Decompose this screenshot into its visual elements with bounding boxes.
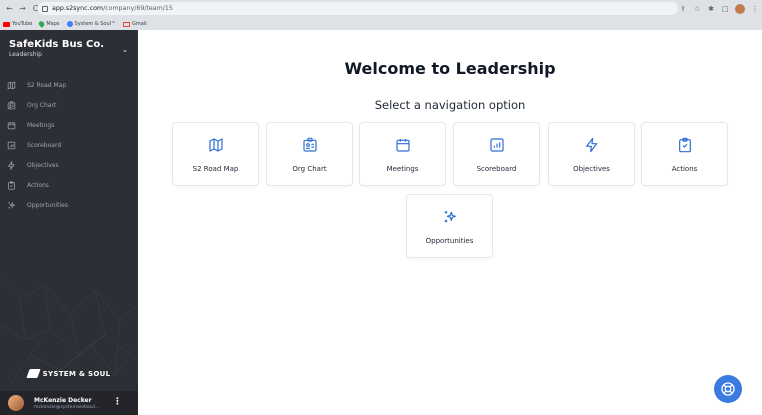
sidebar-item-label: Opportunities bbox=[27, 201, 68, 209]
sidebar-item-meetings[interactable]: Meetings bbox=[0, 115, 138, 135]
bookmark-label: YouTube bbox=[12, 21, 33, 27]
profile-avatar[interactable] bbox=[735, 3, 745, 14]
card-label: Opportunities bbox=[425, 237, 474, 245]
bookmark-maps[interactable]: Maps bbox=[37, 20, 60, 28]
sidebar-item-objectives[interactable]: Objectives bbox=[0, 155, 138, 175]
bookmark-system-soul[interactable]: System & Soul™ bbox=[66, 21, 117, 27]
sidebar-item-label: S2 Road Map bbox=[27, 81, 67, 89]
company-switcher[interactable]: SafeKids Bus Co. Leadership ⌄ bbox=[9, 39, 134, 58]
map-icon bbox=[7, 81, 16, 90]
nav-card-org-chart[interactable]: Org Chart bbox=[266, 122, 353, 186]
chart-icon bbox=[7, 141, 16, 150]
nav-card-meetings[interactable]: Meetings bbox=[359, 122, 446, 186]
url-path: /company/69/team/15 bbox=[103, 5, 173, 12]
nav-card-objectives[interactable]: Objectives bbox=[548, 122, 635, 186]
chevron-down-icon: ⌄ bbox=[122, 46, 128, 54]
sidebar-item-org-chart[interactable]: Org Chart bbox=[0, 95, 138, 115]
sidebar-item-label: Scoreboard bbox=[27, 141, 62, 149]
bolt-icon bbox=[7, 160, 16, 170]
sidebar-item-opportunities[interactable]: Opportunities bbox=[0, 195, 138, 215]
lifebuoy-icon bbox=[721, 382, 735, 396]
sidepanel-icon[interactable]: □ bbox=[721, 5, 729, 13]
page-title: Welcome to Leadership bbox=[344, 59, 556, 78]
clipboard-check-icon bbox=[7, 180, 16, 190]
system-soul-icon bbox=[66, 21, 73, 27]
forward-icon[interactable]: → bbox=[17, 3, 28, 14]
main-content: Welcome to Leadership Select a navigatio… bbox=[138, 30, 762, 415]
card-label: Org Chart bbox=[292, 165, 327, 173]
sparkles-icon bbox=[7, 201, 16, 210]
sidebar-item-s2-road-map[interactable]: S2 Road Map bbox=[0, 75, 138, 95]
company-name: SafeKids Bus Co. bbox=[9, 39, 105, 50]
card-label: S2 Road Map bbox=[192, 165, 239, 173]
sidebar: SafeKids Bus Co. Leadership ⌄ S2 Road Ma… bbox=[0, 30, 138, 415]
sidebar-item-actions[interactable]: Actions bbox=[0, 175, 138, 195]
chart-icon bbox=[454, 137, 539, 153]
maps-icon bbox=[37, 20, 46, 28]
extensions-icon[interactable]: ✱ bbox=[707, 5, 715, 13]
user-email: mckenzie@systemandsoul... bbox=[34, 404, 100, 410]
sidebar-nav: S2 Road Map Org Chart Meetings Scoreboar… bbox=[0, 75, 138, 215]
browser-toolbar-icons: ⇪ ☆ ✱ □ ⋮ bbox=[679, 2, 759, 15]
youtube-icon bbox=[3, 21, 10, 27]
user-info: McKenzie Decker mckenzie@systemandsoul..… bbox=[34, 397, 99, 410]
url-host: app.s2sync.com bbox=[52, 5, 104, 12]
bookmark-label: Maps bbox=[46, 21, 60, 27]
system-soul-logo: SYSTEM & SOUL bbox=[0, 369, 138, 378]
calendar-icon bbox=[7, 121, 16, 130]
sidebar-item-scoreboard[interactable]: Scoreboard bbox=[0, 135, 138, 155]
map-icon bbox=[173, 137, 258, 153]
bookmark-youtube[interactable]: YouTube bbox=[3, 21, 32, 27]
user-profile[interactable]: McKenzie Decker mckenzie@systemandsoul..… bbox=[0, 391, 138, 415]
nav-card-s2-road-map[interactable]: S2 Road Map bbox=[172, 122, 259, 186]
page-subtitle: Select a navigation option bbox=[374, 98, 526, 112]
nav-card-actions[interactable]: Actions bbox=[641, 122, 728, 186]
gmail-icon bbox=[123, 21, 131, 27]
kebab-menu-icon[interactable]: ⋮ bbox=[751, 5, 759, 13]
browser-chrome: ← → C app.s2sync.com /company/69/team/15… bbox=[0, 0, 762, 30]
bolt-icon bbox=[549, 137, 634, 153]
sidebar-pattern-decoration bbox=[0, 274, 138, 385]
sparkles-icon bbox=[407, 209, 492, 225]
share-icon[interactable]: ⇪ bbox=[679, 5, 687, 13]
team-name: Leadership bbox=[9, 51, 42, 58]
org-chart-icon bbox=[267, 137, 352, 153]
card-label: Scoreboard bbox=[476, 165, 517, 173]
sidebar-item-label: Objectives bbox=[27, 161, 59, 169]
clipboard-check-icon bbox=[642, 137, 727, 153]
org-chart-icon bbox=[7, 100, 16, 110]
lock-icon bbox=[42, 5, 48, 12]
card-label: Actions bbox=[671, 165, 698, 173]
user-menu-icon[interactable]: ⋮ bbox=[113, 397, 122, 407]
bookmark-gmail[interactable]: Gmail bbox=[123, 21, 147, 27]
nav-card-opportunities[interactable]: Opportunities bbox=[406, 194, 493, 258]
system-soul-logo-icon bbox=[26, 369, 41, 378]
avatar[interactable] bbox=[8, 395, 24, 411]
star-icon[interactable]: ☆ bbox=[693, 5, 701, 13]
bookmark-label: System & Soul™ bbox=[74, 21, 117, 27]
sidebar-item-label: Actions bbox=[27, 181, 49, 189]
brand-text: SYSTEM & SOUL bbox=[42, 369, 111, 378]
bookmarks-bar: YouTube Maps System & Soul™ Gmail bbox=[0, 18, 147, 30]
user-name: McKenzie Decker bbox=[34, 396, 92, 404]
nav-card-scoreboard[interactable]: Scoreboard bbox=[453, 122, 540, 186]
card-label: Meetings bbox=[386, 165, 419, 173]
sidebar-item-label: Meetings bbox=[27, 121, 55, 129]
help-button[interactable] bbox=[714, 375, 742, 403]
sidebar-item-label: Org Chart bbox=[27, 101, 57, 109]
back-icon[interactable]: ← bbox=[4, 3, 15, 14]
address-bar[interactable]: app.s2sync.com /company/69/team/15 bbox=[38, 2, 678, 15]
calendar-icon bbox=[360, 137, 445, 153]
bookmark-label: Gmail bbox=[132, 21, 147, 27]
card-label: Objectives bbox=[573, 165, 610, 173]
